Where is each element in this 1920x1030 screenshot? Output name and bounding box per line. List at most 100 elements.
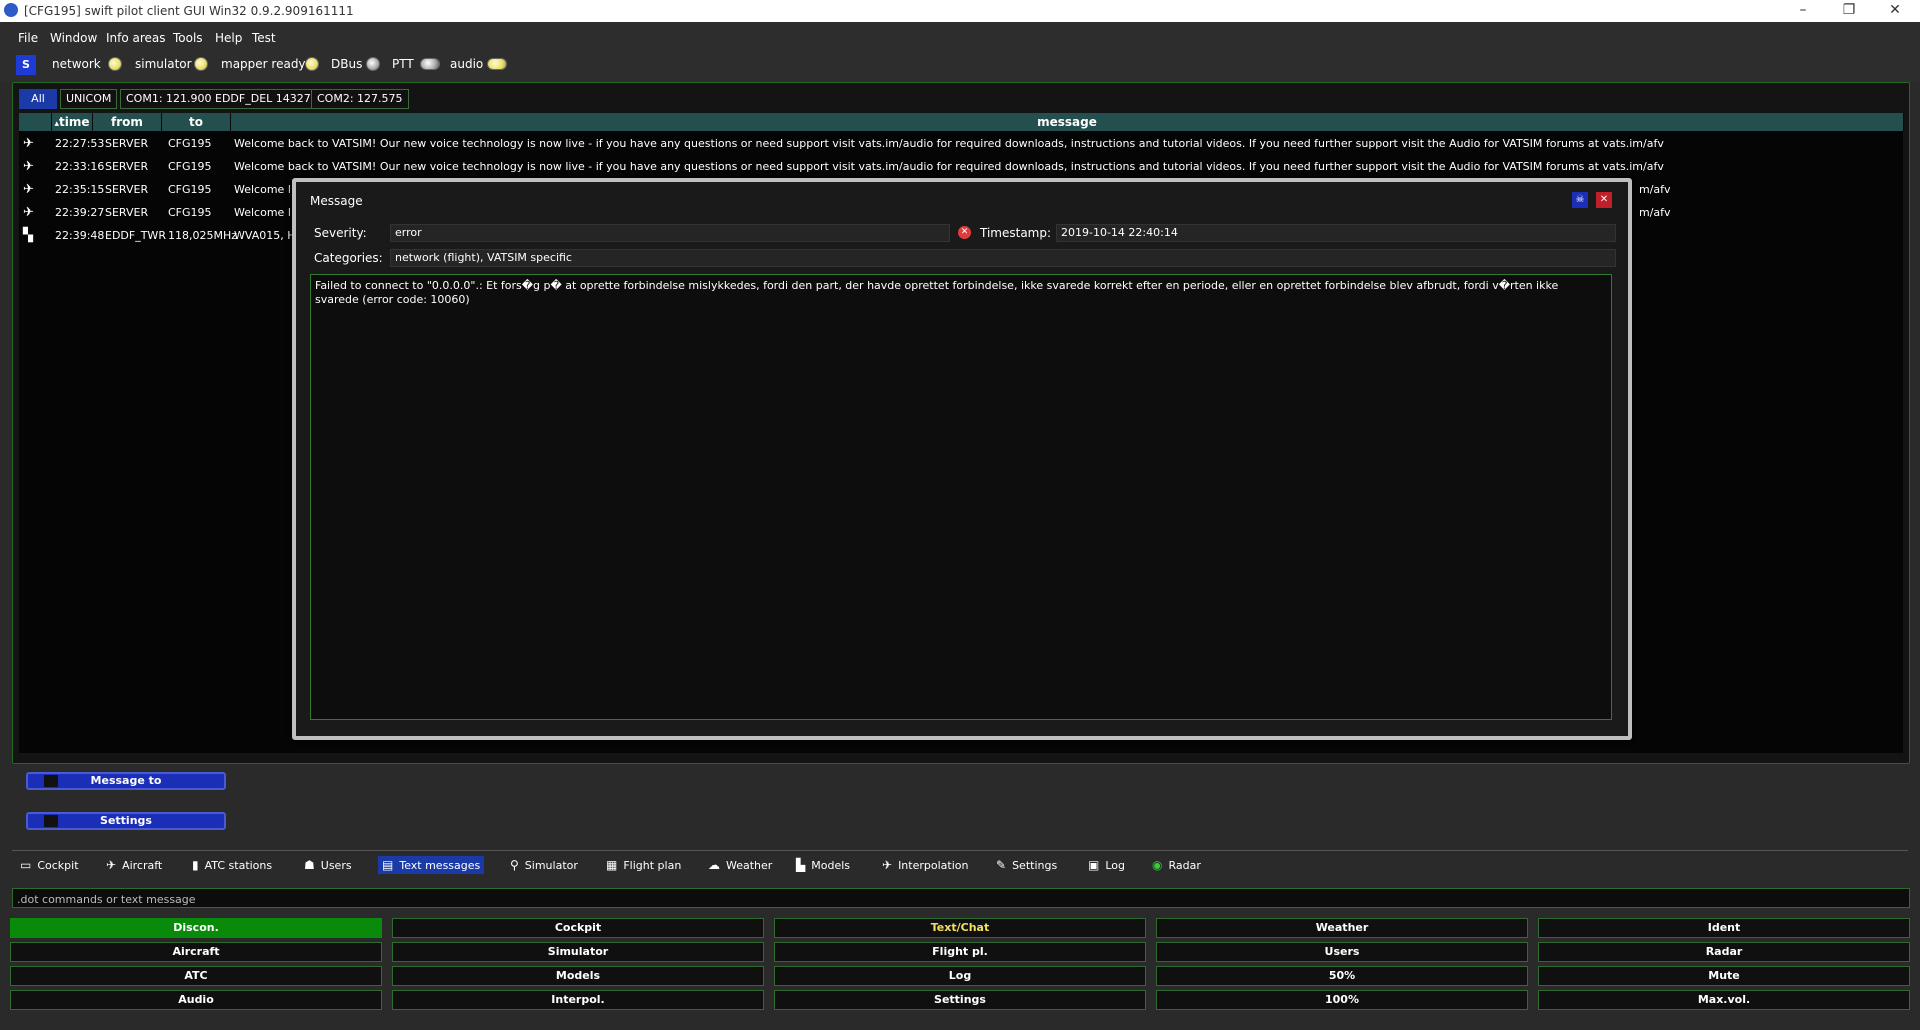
volume-100-button[interactable]: 100% <box>1156 990 1528 1010</box>
tab-label: Aircraft <box>122 859 163 872</box>
message-textarea[interactable]: Failed to connect to "0.0.0.0".: Et fors… <box>310 274 1612 720</box>
menu-info-areas[interactable]: Info areas <box>106 31 166 45</box>
row-time: 22:35:15 <box>55 183 105 196</box>
timestamp-label: Timestamp: <box>980 226 1052 240</box>
row-to: CFG195 <box>168 206 212 219</box>
settings-toggle-button[interactable]: Settings <box>26 812 226 830</box>
col-message-header[interactable]: message <box>231 113 1904 131</box>
users-button[interactable]: Users <box>1156 942 1528 962</box>
tab-label: Users <box>320 859 352 872</box>
radar-button[interactable]: Radar <box>1538 942 1910 962</box>
row-message: Welcome back to VATSIM! Our new voice te… <box>234 160 1664 173</box>
row-from: SERVER <box>105 183 149 196</box>
menu-help[interactable]: Help <box>215 31 242 45</box>
simulator-button[interactable]: Simulator <box>392 942 764 962</box>
dialog-skull-icon[interactable]: ☠ <box>1572 192 1588 208</box>
tab-label: Flight plan <box>623 859 682 872</box>
message-text: Failed to connect to "0.0.0.0".: Et fors… <box>315 279 1559 306</box>
tab-log[interactable]: ▣ Log <box>1084 856 1129 874</box>
ptt-led-icon <box>420 58 440 70</box>
dialog-close-icon[interactable]: ✕ <box>1596 192 1612 208</box>
flight-plan-button[interactable]: Flight pl. <box>774 942 1146 962</box>
severity-field: error <box>390 224 950 242</box>
interpolation-icon: ✈ <box>882 858 893 872</box>
col-to-header[interactable]: to <box>162 113 231 131</box>
text-chat-button[interactable]: Text/Chat <box>774 918 1146 938</box>
tab-label: Radar <box>1168 859 1201 872</box>
col-time-header[interactable]: ▴time <box>52 113 93 131</box>
ident-button[interactable]: Ident <box>1538 918 1910 938</box>
interpolation-button[interactable]: Interpol. <box>392 990 764 1010</box>
tab-radar[interactable]: ◉ Radar <box>1148 856 1205 874</box>
tab-flight-plan[interactable]: ▦ Flight plan <box>602 856 685 874</box>
users-icon: ☗ <box>304 858 315 872</box>
tab-label: Cockpit <box>37 859 79 872</box>
tab-com1[interactable]: COM1: 121.900 EDDF_DEL 1432709 <box>120 89 331 109</box>
max-volume-button[interactable]: Max.vol. <box>1538 990 1910 1010</box>
toggle-knob-icon <box>44 775 58 787</box>
row-to: CFG195 <box>168 160 212 173</box>
restore-icon[interactable]: ❐ <box>1826 0 1872 22</box>
simulator-icon: ⚲ <box>510 858 519 872</box>
network-led-icon <box>108 57 122 71</box>
table-header: ▴time from to message <box>19 113 1904 131</box>
col-time-label: time <box>59 115 90 129</box>
row-time: 22:39:48 <box>55 229 105 242</box>
settings-button[interactable]: Settings <box>774 990 1146 1010</box>
menu-test[interactable]: Test <box>252 31 276 45</box>
airplane-icon: ✈ <box>23 136 34 151</box>
tab-label: Weather <box>726 859 773 872</box>
tab-com2[interactable]: COM2: 127.575 <box>311 89 409 109</box>
atc-button[interactable]: ATC <box>10 966 382 986</box>
cockpit-button[interactable]: Cockpit <box>392 918 764 938</box>
tab-label: Models <box>811 859 850 872</box>
mute-button[interactable]: Mute <box>1538 966 1910 986</box>
tab-all[interactable]: All <box>19 89 57 109</box>
tab-unicom[interactable]: UNICOM <box>60 89 118 109</box>
table-row[interactable]: ✈ 22:33:16 SERVER CFG195 Welcome back to… <box>19 156 1903 178</box>
message-to-button[interactable]: Message to <box>26 772 226 790</box>
tab-aircraft[interactable]: ✈ Aircraft <box>102 856 166 874</box>
col-from-header[interactable]: from <box>93 113 162 131</box>
command-input[interactable] <box>13 889 1899 909</box>
table-row[interactable]: ✈ 22:27:53 SERVER CFG195 Welcome back to… <box>19 133 1903 155</box>
log-button[interactable]: Log <box>774 966 1146 986</box>
models-button[interactable]: Models <box>392 966 764 986</box>
minimize-icon[interactable]: – <box>1780 0 1826 22</box>
tab-models[interactable]: ▙ Models <box>792 856 854 874</box>
simulator-led-icon <box>194 57 208 71</box>
tab-label: Log <box>1105 859 1125 872</box>
row-message: Welcome l <box>234 206 291 219</box>
tab-users[interactable]: ☗ Users <box>300 856 356 874</box>
row-from: SERVER <box>105 137 149 150</box>
row-to: 118,025MHz <box>168 229 238 242</box>
tab-text-messages[interactable]: ▤ Text messages <box>378 856 485 874</box>
quick-buttons-grid: Discon. Cockpit Text/Chat Weather Ident … <box>10 918 1910 1016</box>
airplane-icon: ✈ <box>23 205 34 220</box>
status-simulator-label: simulator <box>135 57 192 71</box>
audio-button[interactable]: Audio <box>10 990 382 1010</box>
tab-label: Interpolation <box>898 859 969 872</box>
tab-weather[interactable]: ☁ Weather <box>704 856 776 874</box>
severity-label: Severity: <box>314 226 367 240</box>
tab-atc-stations[interactable]: ▮ ATC stations <box>188 856 276 874</box>
tab-simulator[interactable]: ⚲ Simulator <box>506 856 582 874</box>
menu-window[interactable]: Window <box>50 31 97 45</box>
tab-interpolation[interactable]: ✈ Interpolation <box>878 856 972 874</box>
row-message-tail: m/afv <box>1639 206 1671 219</box>
volume-50-button[interactable]: 50% <box>1156 966 1528 986</box>
disconnect-button[interactable]: Discon. <box>10 918 382 938</box>
swift-badge: S <box>16 55 36 75</box>
close-icon[interactable]: ✕ <box>1872 0 1918 22</box>
tab-cockpit[interactable]: ▭ Cockpit <box>16 856 83 874</box>
status-dbus-label: DBus <box>331 57 363 71</box>
row-time: 22:27:53 <box>55 137 105 150</box>
categories-label: Categories: <box>314 251 383 265</box>
weather-button[interactable]: Weather <box>1156 918 1528 938</box>
window-title: [CFG195] swift pilot client GUI Win32 0.… <box>24 4 354 18</box>
command-line <box>12 888 1910 909</box>
menu-file[interactable]: File <box>18 31 38 45</box>
tab-settings[interactable]: ✎ Settings <box>992 856 1061 874</box>
menu-tools[interactable]: Tools <box>173 31 203 45</box>
aircraft-button[interactable]: Aircraft <box>10 942 382 962</box>
